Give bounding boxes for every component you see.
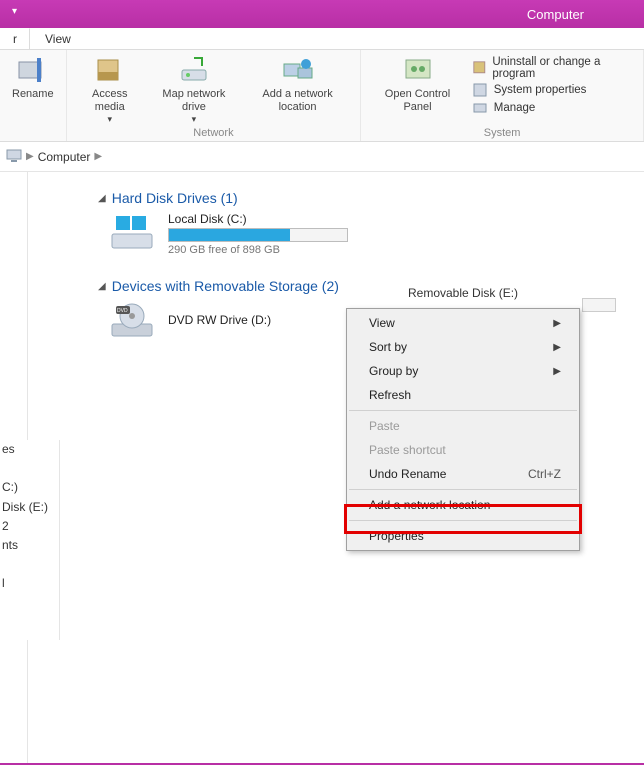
context-menu: View▶ Sort by▶ Group by▶ Refresh Paste P…: [346, 308, 580, 551]
manage-button[interactable]: Manage: [472, 100, 633, 116]
window-titlebar: ▾ Computer: [0, 0, 644, 28]
category-removable[interactable]: ◢ Devices with Removable Storage (2): [98, 278, 644, 294]
control-panel-icon: [402, 54, 434, 86]
menu-group-by[interactable]: Group by▶: [347, 359, 579, 383]
tab-computer-cut[interactable]: r: [0, 28, 30, 49]
drive-label: Local Disk (C:): [168, 212, 348, 226]
drive-removable-e[interactable]: Removable Disk (E:): [408, 286, 518, 300]
menu-separator: [349, 520, 577, 521]
breadcrumb-computer[interactable]: Computer: [38, 150, 91, 164]
system-properties-button[interactable]: System properties: [472, 82, 633, 98]
hdd-icon: [110, 214, 154, 254]
menu-view[interactable]: View▶: [347, 311, 579, 335]
menu-sort-by[interactable]: Sort by▶: [347, 335, 579, 359]
ribbon-group-network: Network: [73, 127, 355, 140]
shortcut-text: Ctrl+Z: [528, 467, 561, 481]
sidebar-item[interactable]: 2: [2, 517, 59, 536]
drive-free-text: 290 GB free of 898 GB: [168, 244, 348, 256]
network-location-icon: [282, 54, 314, 86]
qat-dropdown-icon[interactable]: ▾: [12, 6, 17, 17]
menu-add-network-location[interactable]: Add a network location: [347, 493, 579, 517]
menu-separator: [349, 410, 577, 411]
menu-separator: [349, 489, 577, 490]
svg-text:DVD: DVD: [117, 308, 128, 314]
removable-usage-bar: [582, 298, 616, 312]
nav-pane-items: es C:) Disk (E:) 2 nts l: [0, 440, 60, 640]
open-control-panel-button[interactable]: Open Control Panel: [367, 52, 467, 127]
ribbon-tabbar: r View: [0, 28, 644, 50]
menu-refresh[interactable]: Refresh: [347, 383, 579, 407]
collapse-icon[interactable]: ◢: [98, 281, 106, 292]
menu-undo-rename[interactable]: Undo RenameCtrl+Z: [347, 462, 579, 486]
map-drive-icon: [178, 54, 210, 86]
ribbon-group-system: System: [367, 127, 637, 140]
dvd-drive-icon: DVD: [110, 300, 154, 340]
properties-icon: [472, 82, 488, 98]
collapse-icon[interactable]: ◢: [98, 193, 106, 204]
menu-paste: Paste: [347, 414, 579, 438]
window-title: Computer: [527, 7, 584, 22]
uninstall-icon: [472, 60, 487, 76]
chevron-right-icon: ▶: [553, 318, 561, 329]
ribbon: Rename Access media▾ Map network drive▾ …: [0, 50, 644, 142]
uninstall-program-button[interactable]: Uninstall or change a program: [472, 56, 633, 80]
sidebar-item[interactable]: nts: [2, 536, 59, 555]
chevron-right-icon: ▶: [553, 366, 561, 377]
sidebar-item[interactable]: C:): [2, 478, 59, 497]
window-border-bottom: [0, 763, 644, 765]
menu-paste-shortcut: Paste shortcut: [347, 438, 579, 462]
media-icon: [94, 54, 126, 86]
rename-button[interactable]: Rename: [6, 52, 60, 140]
tab-view[interactable]: View: [32, 28, 84, 49]
chevron-right-icon[interactable]: ▶: [22, 151, 38, 162]
sidebar-item[interactable]: Disk (E:): [2, 498, 59, 517]
map-network-drive-button[interactable]: Map network drive▾: [147, 52, 241, 127]
menu-properties[interactable]: Properties: [347, 524, 579, 548]
sidebar-item[interactable]: es: [2, 440, 59, 459]
rename-icon: [17, 54, 49, 86]
access-media-button[interactable]: Access media▾: [73, 52, 147, 127]
drive-usage-bar: [168, 228, 348, 242]
category-hdd[interactable]: ◢ Hard Disk Drives (1): [98, 190, 644, 206]
chevron-right-icon: ▶: [553, 342, 561, 353]
drive-label: DVD RW Drive (D:): [168, 313, 271, 327]
chevron-right-icon[interactable]: ▶: [90, 151, 106, 162]
add-network-location-button[interactable]: Add a network location: [241, 52, 354, 127]
address-bar[interactable]: ▶ Computer ▶: [0, 142, 644, 172]
manage-icon: [472, 100, 488, 116]
drive-local-c[interactable]: Local Disk (C:) 290 GB free of 898 GB: [110, 212, 644, 256]
sidebar-item[interactable]: l: [2, 574, 59, 593]
computer-root-icon: [6, 147, 22, 166]
